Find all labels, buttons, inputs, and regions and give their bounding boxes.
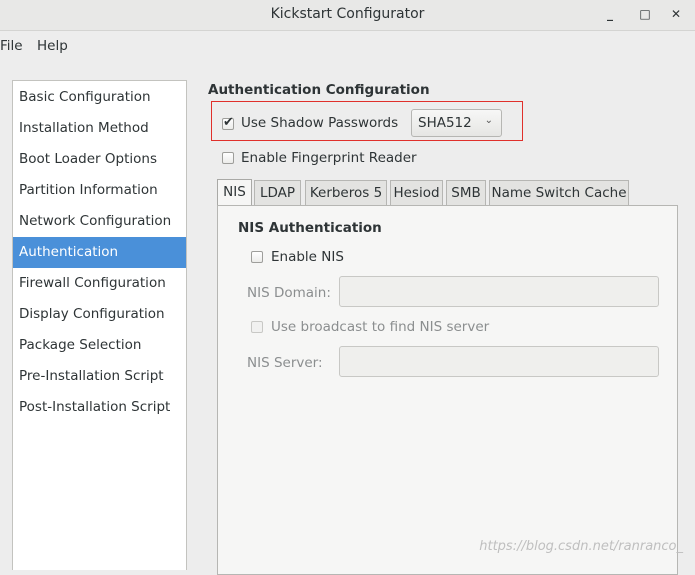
sidebar-item-post-installation-script[interactable]: Post-Installation Script (13, 392, 186, 423)
menu-help[interactable]: Help (37, 38, 68, 54)
fingerprint-checkbox[interactable] (222, 152, 234, 164)
tab-kerberos[interactable]: Kerberos 5 (305, 180, 387, 205)
tab-ldap[interactable]: LDAP (254, 180, 301, 205)
broadcast-label[interactable]: Use broadcast to find NIS server (271, 319, 489, 335)
title-bar: Kickstart Configurator _ □ ✕ (0, 0, 695, 31)
minimize-button[interactable]: _ (601, 5, 619, 23)
shadow-passwords-label[interactable]: Use Shadow Passwords (241, 115, 398, 131)
watermark: https://blog.csdn.net/ranranco_ (479, 539, 683, 554)
sidebar-item-firewall-configuration[interactable]: Firewall Configuration (13, 268, 186, 299)
hash-algorithm-value: SHA512 (418, 115, 472, 131)
hash-algorithm-dropdown[interactable]: SHA512 ⌄ (411, 109, 502, 137)
nis-domain-field[interactable] (339, 276, 659, 307)
maximize-button[interactable]: □ (636, 5, 654, 23)
sidebar-item-installation-method[interactable]: Installation Method (13, 113, 186, 144)
tab-name-switch-cache[interactable]: Name Switch Cache (489, 180, 629, 205)
nis-title: NIS Authentication (238, 220, 382, 236)
chevron-down-icon: ⌄ (484, 115, 493, 126)
tab-nis[interactable]: NIS (217, 179, 252, 205)
broadcast-checkbox[interactable] (251, 321, 263, 333)
close-button[interactable]: ✕ (667, 5, 685, 23)
tab-hesiod[interactable]: Hesiod (390, 180, 443, 205)
sidebar-item-partition-information[interactable]: Partition Information (13, 175, 186, 206)
fingerprint-label[interactable]: Enable Fingerprint Reader (241, 150, 417, 166)
section-title: Authentication Configuration (208, 82, 430, 98)
tab-smb[interactable]: SMB (446, 180, 486, 205)
enable-nis-label[interactable]: Enable NIS (271, 249, 344, 265)
sidebar-item-package-selection[interactable]: Package Selection (13, 330, 186, 361)
sidebar-item-boot-loader-options[interactable]: Boot Loader Options (13, 144, 186, 175)
sidebar: Basic Configuration Installation Method … (12, 80, 187, 570)
enable-nis-checkbox[interactable] (251, 251, 263, 263)
window-title: Kickstart Configurator (270, 6, 425, 22)
sidebar-item-pre-installation-script[interactable]: Pre-Installation Script (13, 361, 186, 392)
nis-server-field[interactable] (339, 346, 659, 377)
sidebar-item-basic-configuration[interactable]: Basic Configuration (13, 82, 186, 113)
shadow-passwords-checkbox[interactable] (222, 115, 234, 130)
sidebar-item-network-configuration[interactable]: Network Configuration (13, 206, 186, 237)
nis-server-label: NIS Server: (247, 355, 323, 371)
sidebar-item-display-configuration[interactable]: Display Configuration (13, 299, 186, 330)
sidebar-item-authentication[interactable]: Authentication (13, 237, 186, 268)
menu-bar: File Help (0, 31, 695, 63)
menu-file[interactable]: File (0, 38, 23, 54)
nis-domain-label: NIS Domain: (247, 285, 331, 301)
